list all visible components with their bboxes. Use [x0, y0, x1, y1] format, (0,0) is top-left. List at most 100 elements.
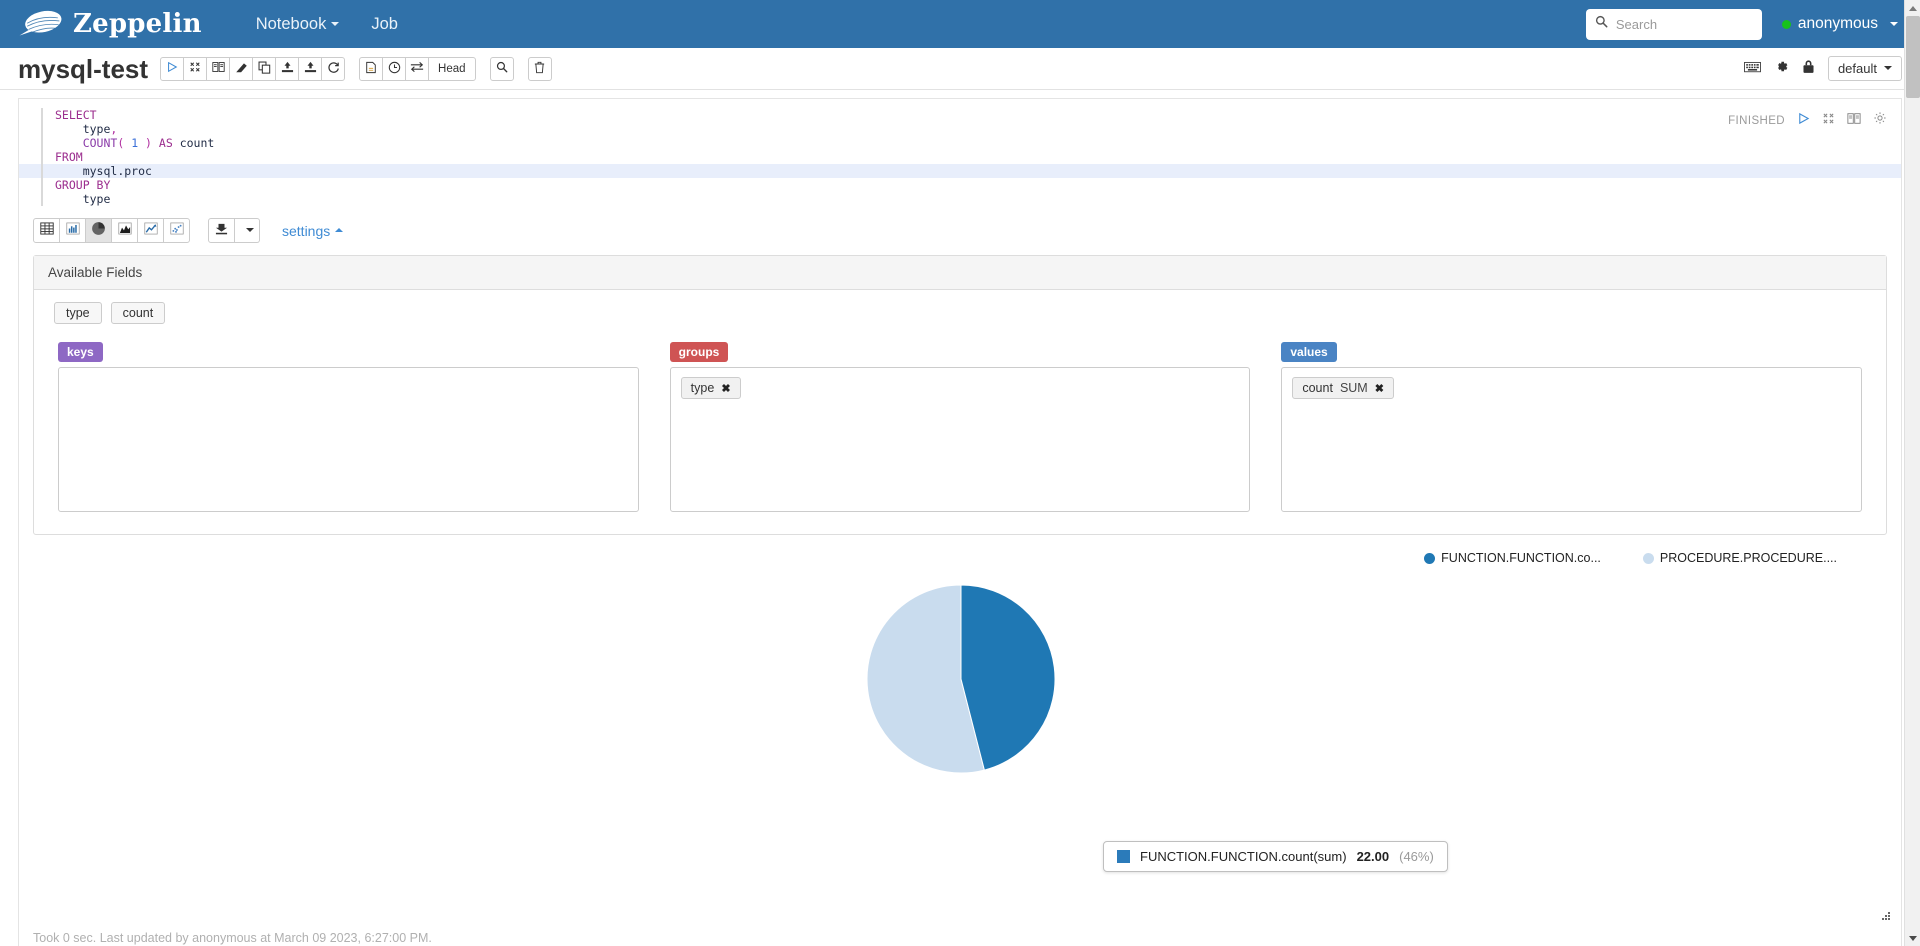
viz-settings-toggle[interactable]: settings	[282, 222, 344, 239]
visualization-type-bar: settings	[19, 212, 1901, 251]
clone-note-button[interactable]	[252, 56, 277, 81]
page-scrollbar[interactable]	[1904, 0, 1920, 946]
clock-icon	[388, 61, 401, 77]
brand-home-link[interactable]: Zeppelin	[18, 9, 202, 39]
viz-settings-label: settings	[282, 222, 331, 239]
tooltip-percent: (46%)	[1399, 849, 1434, 864]
axis-item[interactable]: type ✖	[680, 377, 741, 399]
paragraph: SELECT type, COUNT( 1 ) AS count FROM mys…	[18, 98, 1902, 946]
keyboard-icon	[1744, 60, 1761, 78]
visualization-settings-panel: Available Fields type count keys groups typ…	[33, 255, 1887, 535]
paragraph-status-text: FINISHED	[1728, 114, 1785, 127]
pie-chart-svg[interactable]	[864, 579, 1064, 789]
search-icon	[496, 61, 508, 76]
tooltip-color-swatch	[1117, 850, 1130, 863]
download-icon	[215, 222, 228, 240]
axis-dropzone-keys[interactable]	[58, 367, 639, 512]
legend-item[interactable]: FUNCTION.FUNCTION.co...	[1424, 551, 1601, 565]
user-name-label: anonymous	[1797, 15, 1878, 32]
nav-item-job[interactable]: Job	[355, 0, 414, 48]
code-editor[interactable]: SELECT type, COUNT( 1 ) AS count FROM mys…	[19, 99, 1901, 212]
download-data-button[interactable]	[208, 218, 235, 243]
remove-icon[interactable]: ✖	[721, 382, 730, 395]
top-navbar: Zeppelin Notebook Job anonymous	[0, 0, 1920, 48]
paragraph-status-bar: FINISHED	[1728, 111, 1887, 130]
tooltip-value: 22.00	[1356, 849, 1390, 864]
hide-code-button[interactable]	[183, 56, 208, 81]
clear-output-button[interactable]	[229, 56, 254, 81]
note-action-button-group	[160, 56, 346, 81]
note-title[interactable]: mysql-test	[18, 56, 148, 82]
commit-button[interactable]	[359, 56, 384, 81]
code-lines[interactable]: SELECT type, COUNT( 1 ) AS count FROM mys…	[19, 108, 1901, 206]
run-all-paragraphs-button[interactable]	[160, 56, 185, 81]
axis-dropzone-groups[interactable]: type ✖	[669, 367, 1251, 512]
revision-head-button[interactable]: Head	[428, 56, 476, 81]
play-icon	[1797, 112, 1810, 130]
scroll-down-button[interactable]	[1905, 930, 1920, 946]
axis-column-values: values count SUM ✖	[1281, 342, 1863, 512]
viz-type-pie-chart-button[interactable]	[85, 218, 112, 243]
axis-column-groups: groups type ✖	[669, 342, 1251, 512]
axis-item[interactable]: count SUM ✖	[1292, 377, 1394, 399]
viz-type-line-chart-button[interactable]	[137, 218, 164, 243]
chevron-up-icon	[335, 227, 344, 232]
trash-icon	[534, 61, 545, 77]
chart-tooltip: FUNCTION.FUNCTION.count(sum) 22.00 (46%)	[1103, 841, 1448, 872]
keyboard-shortcuts-button[interactable]	[1744, 60, 1761, 78]
code-line: SELECT	[55, 108, 97, 122]
axis-badge-values: values	[1281, 342, 1337, 362]
interpreter-binding-dropdown[interactable]: default	[1827, 56, 1902, 81]
note-settings-button[interactable]	[1774, 59, 1789, 79]
chevron-down-icon	[245, 228, 254, 232]
hide-output-button[interactable]	[206, 56, 231, 81]
legend-item[interactable]: PROCEDURE.PROCEDURE....	[1642, 551, 1837, 565]
paragraph-hide-code-button[interactable]	[1822, 112, 1835, 130]
viz-type-area-chart-button[interactable]	[111, 218, 138, 243]
axis-dropzone-values[interactable]: count SUM ✖	[1281, 367, 1863, 512]
paragraph-settings-button[interactable]	[1873, 111, 1887, 130]
scroll-up-button[interactable]	[1905, 0, 1920, 16]
available-field-pill[interactable]: type	[54, 302, 102, 324]
available-field-pill[interactable]: count	[110, 302, 166, 324]
axis-badge-keys: keys	[58, 342, 103, 362]
export-note-button[interactable]	[275, 56, 300, 81]
legend-label: PROCEDURE.PROCEDURE....	[1659, 551, 1837, 565]
import-icon	[304, 61, 317, 76]
import-note-button[interactable]	[298, 56, 323, 81]
code-gutter	[41, 108, 43, 206]
scrollbar-thumb[interactable]	[1906, 16, 1920, 98]
paragraph-run-button[interactable]	[1797, 112, 1810, 130]
available-fields-list: type count	[34, 290, 1886, 334]
axis-column-keys: keys	[58, 342, 639, 512]
navbar-right-group: anonymous	[1585, 0, 1902, 48]
download-options-caret[interactable]	[235, 218, 260, 243]
global-search-box[interactable]	[1585, 8, 1762, 40]
nav-item-notebook[interactable]: Notebook	[240, 0, 356, 48]
reload-note-button[interactable]	[321, 56, 346, 81]
revision-history-button[interactable]	[382, 56, 407, 81]
compare-icon	[410, 61, 424, 76]
paragraph-hide-output-button[interactable]	[1847, 112, 1861, 130]
axis-badge-groups: groups	[669, 342, 729, 362]
remove-icon[interactable]: ✖	[1375, 382, 1384, 395]
compare-revisions-button[interactable]	[405, 56, 430, 81]
axis-config-row: keys groups type ✖ values count SUM ✖	[34, 334, 1886, 534]
note-search-button[interactable]	[489, 56, 514, 81]
user-menu[interactable]: anonymous	[1781, 15, 1902, 33]
viz-type-table-button[interactable]	[33, 218, 60, 243]
delete-note-button[interactable]	[527, 56, 552, 81]
viz-type-bar-chart-button[interactable]	[59, 218, 86, 243]
interpreter-binding-label: default	[1837, 61, 1877, 76]
viz-type-scatter-chart-button[interactable]	[163, 218, 190, 243]
zeppelin-blimp-logo-icon	[18, 9, 64, 39]
axis-item-aggregation[interactable]: SUM	[1340, 381, 1368, 395]
refresh-icon	[327, 61, 340, 77]
search-input[interactable]	[1613, 15, 1753, 33]
chevron-down-icon	[1890, 21, 1898, 26]
clone-icon	[258, 61, 271, 77]
paragraph-resize-handle[interactable]	[1878, 910, 1892, 924]
legend-color-dot	[1424, 552, 1436, 564]
note-permissions-button[interactable]	[1802, 59, 1815, 79]
legend-label: FUNCTION.FUNCTION.co...	[1441, 551, 1601, 565]
